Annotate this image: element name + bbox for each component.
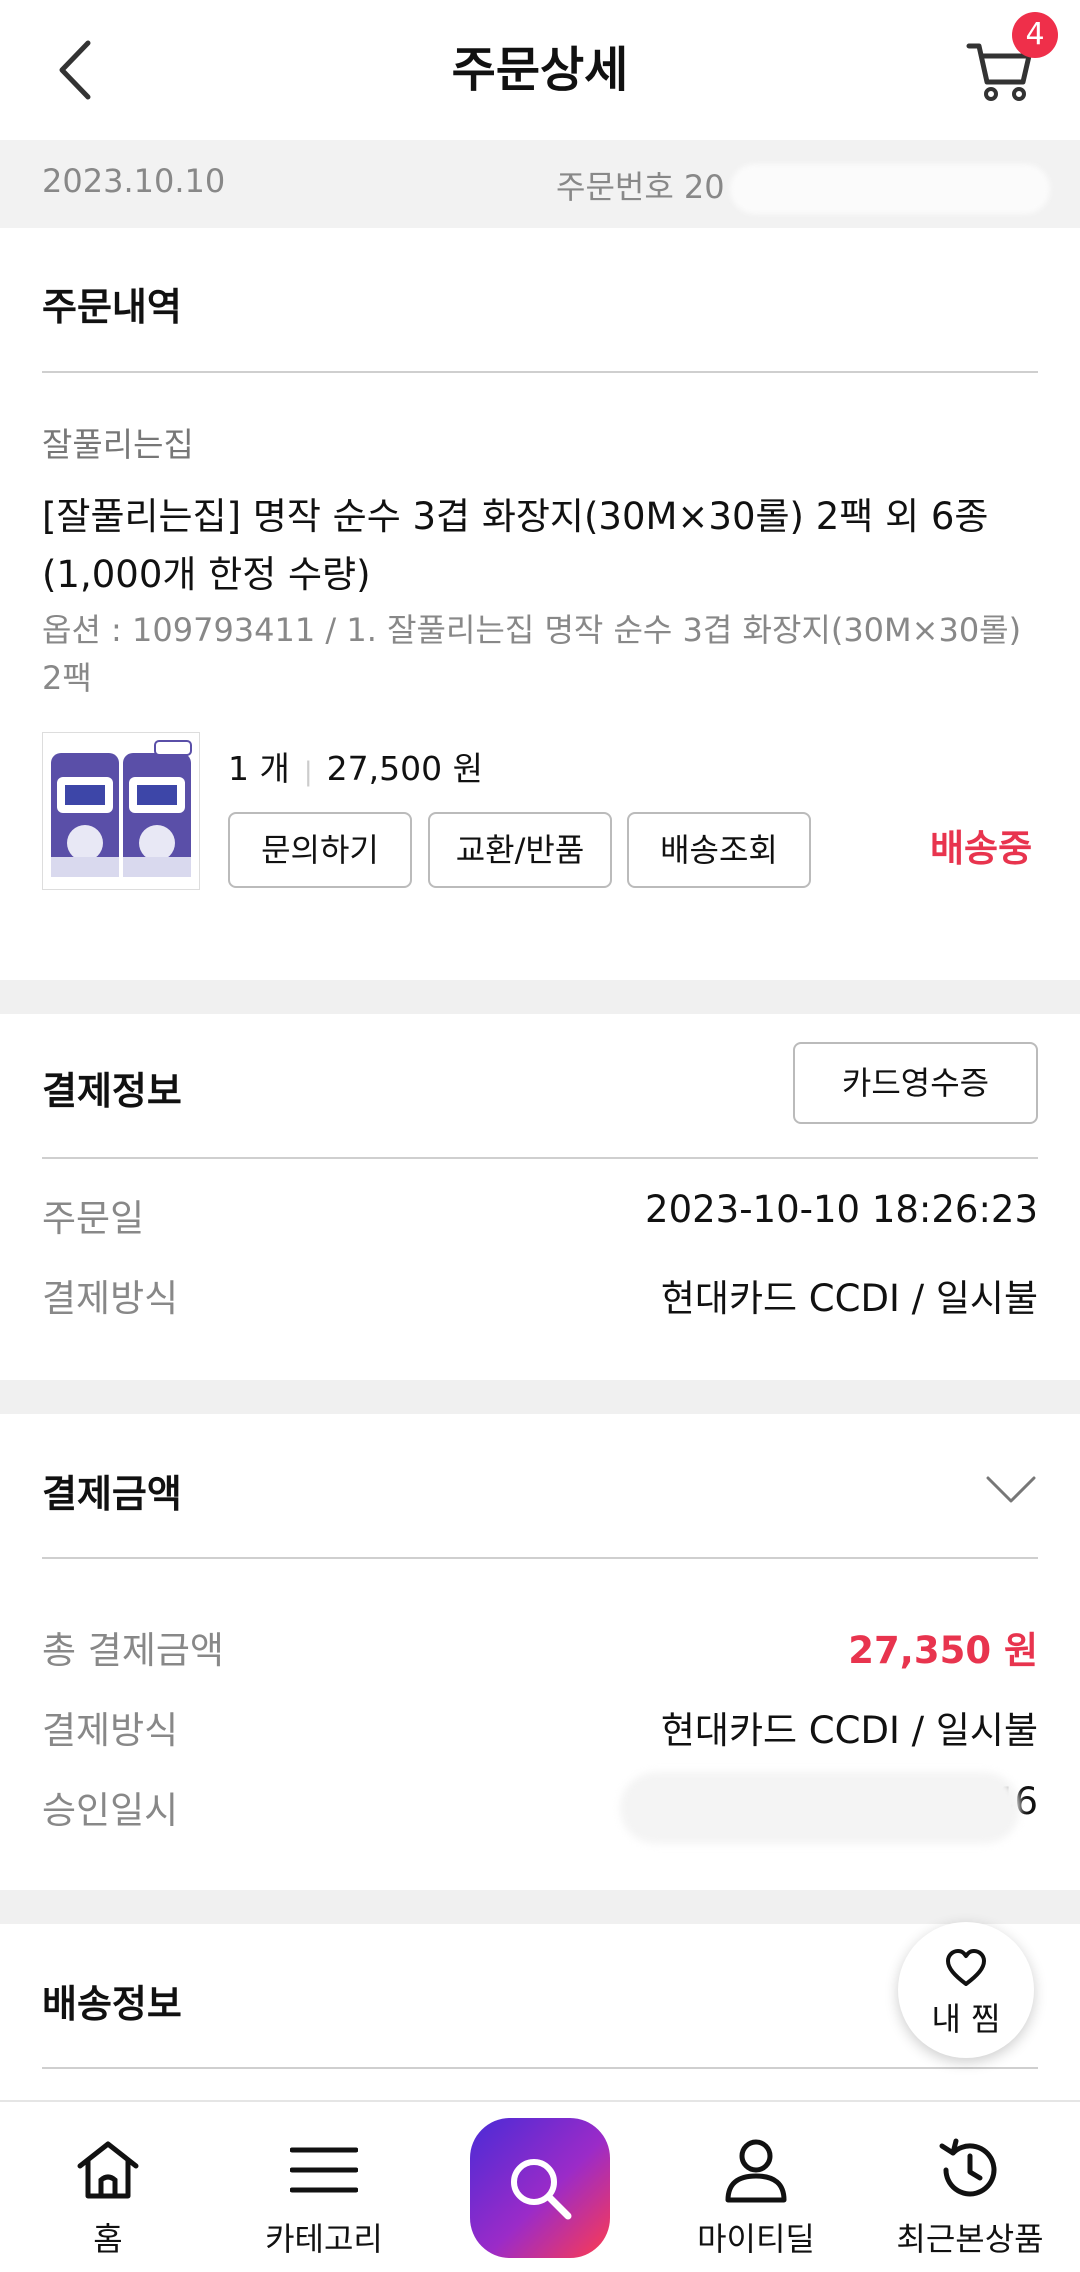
nav-my-label: 마이티딜 [697,2220,815,2258]
home-icon [77,2141,139,2199]
user-icon [725,2139,787,2203]
shipping-info-title: 배송정보 [42,1982,182,2026]
order-date-value: 2023-10-10 18:26:23 [645,1188,1038,1231]
redacted-order-number [730,164,1050,214]
app-header: 주문상세 4 [0,0,1080,140]
separator: | [303,757,313,787]
payment-method-label: 결제방식 [42,1709,179,1752]
divider [42,2067,1038,2069]
search-button[interactable] [470,2118,610,2258]
section-gap [0,980,1080,1014]
nav-category-label: 카테고리 [265,2220,383,2258]
cart-count-badge: 4 [1012,12,1058,58]
product-name[interactable]: [잘풀리는집] 명작 순수 3겹 화장지(30M×30롤) 2팩 외 6종 (1… [42,488,1042,604]
price: 27,500 원 [326,749,483,788]
total-amount-value: 27,350 원 [848,1629,1038,1672]
order-date: 2023.10.10 [42,162,226,200]
payment-method-value: 현대카드 CCDI / 일시불 [660,1277,1038,1320]
approval-time-label: 승인일시 [42,1789,179,1832]
divider [42,371,1038,373]
search-icon [511,2159,572,2220]
history-icon [939,2138,997,2197]
nav-recent[interactable]: 최근본상품 [870,2102,1070,2272]
order-number: 주문번호 20 [556,168,725,206]
nav-home-label: 홈 [93,2220,123,2258]
chevron-down-icon[interactable] [985,1470,1037,1510]
divider [42,1557,1038,1559]
exchange-return-button[interactable]: 교환/반품 [428,812,612,888]
payment-amount-title: 결제금액 [42,1472,182,1516]
payment-method-value: 현대카드 CCDI / 일시불 [660,1709,1038,1752]
page-title: 주문상세 [451,42,629,98]
card-receipt-button[interactable]: 카드영수증 [793,1042,1038,1124]
order-details-title: 주문내역 [42,285,182,329]
nav-my[interactable]: 마이티딜 [656,2102,856,2272]
payment-method-label: 결제방식 [42,1277,179,1320]
delivery-status: 배송중 [930,827,1033,870]
total-amount-label: 총 결제금액 [42,1629,224,1672]
menu-icon [290,2147,358,2193]
nav-home[interactable]: 홈 [8,2102,208,2272]
quantity-price: 1 개 | 27,500 원 [228,742,483,790]
seller-name[interactable]: 잘풀리는집 [42,418,194,466]
bottom-navigation: 홈 카테고리 마이티딜 최근본상품 [0,2100,1080,2272]
inquiry-button[interactable]: 문의하기 [228,812,412,888]
section-gap [0,1890,1080,1924]
product-thumbnail[interactable] [42,732,200,890]
wishlist-label: 내 찜 [931,2000,1001,2038]
tracking-button[interactable]: 배송조회 [627,812,811,888]
divider [42,1157,1038,1159]
order-date-label: 주문일 [42,1197,145,1240]
nav-category[interactable]: 카테고리 [224,2102,424,2272]
wishlist-floating-button[interactable]: 내 찜 [898,1922,1034,2058]
quantity: 1 개 [228,749,290,788]
payment-info-title: 결제정보 [42,1069,182,1113]
product-option: 옵션 : 109793411 / 1. 잘풀리는집 명작 순수 3겹 화장지(3… [42,611,1022,697]
order-meta-bar: 2023.10.10 주문번호 20 [0,140,1080,228]
heart-icon [946,1949,986,1986]
section-gap [0,1380,1080,1414]
nav-recent-label: 최근본상품 [896,2220,1044,2258]
redacted-approval-time [620,1772,1020,1844]
